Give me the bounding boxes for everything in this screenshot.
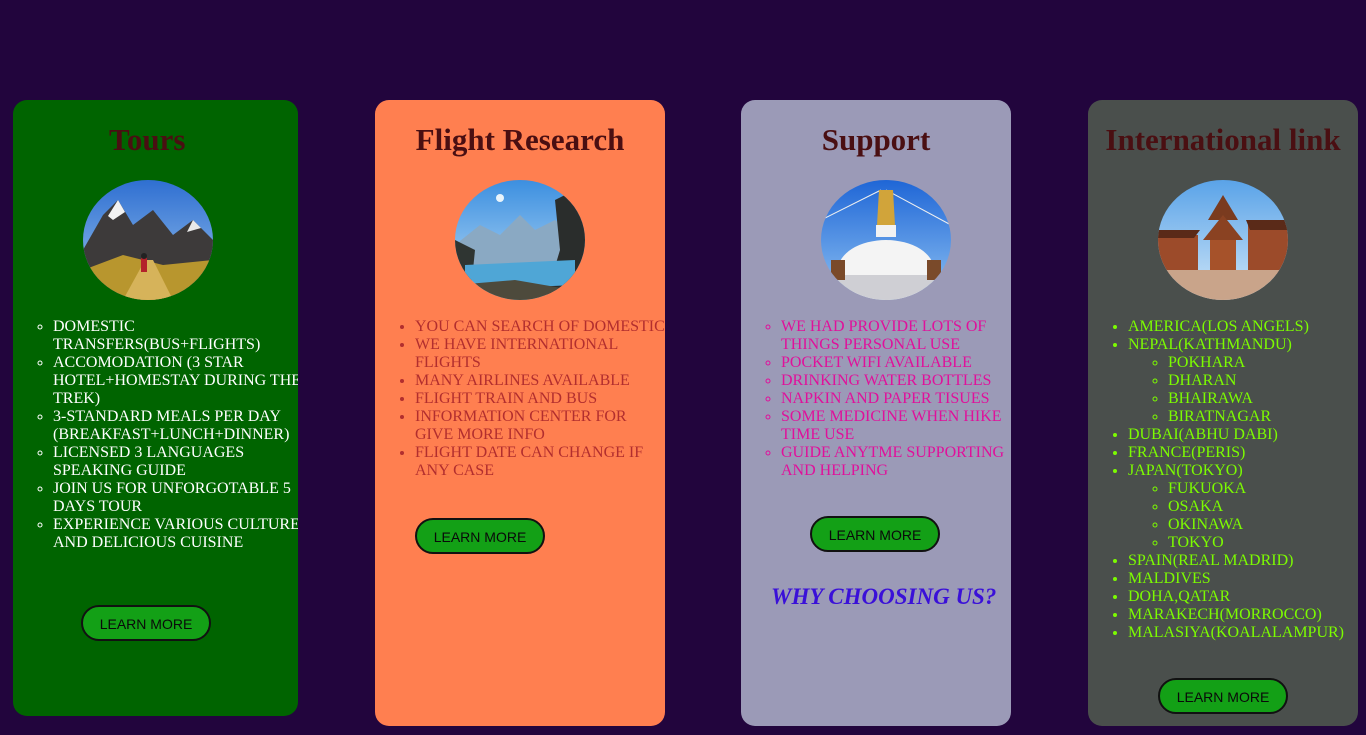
city-item: DHARAN [1168, 372, 1358, 390]
tours-learn-more-button[interactable]: LEARN MORE [81, 605, 211, 641]
tours-title: Tours [109, 122, 186, 157]
destination-label: DOHA,QATAR [1128, 588, 1231, 605]
city-sublist: POKHARADHARANBHAIRAWABIRATNAGAR [1128, 354, 1358, 426]
list-item: JOIN US FOR UNFORGOTABLE 5 DAYS TOUR [53, 480, 298, 516]
city-item: TOKYO [1168, 534, 1358, 552]
destination-item: MARAKECH(MORROCCO) [1128, 606, 1358, 624]
support-title: Support [821, 122, 931, 157]
list-item: WE HAD PROVIDE LOTS OF THINGS PERSONAL U… [781, 318, 1011, 354]
destination-label: AMERICA(LOS ANGELS) [1128, 318, 1309, 335]
destination-item: DUBAI(ABHU DABI) [1128, 426, 1358, 444]
page: Tours DOMESTIC TRANSFERS(BUS+FLIGH [0, 0, 1366, 735]
list-item: GUIDE ANYTME SUPPORTING AND HELPING [781, 444, 1011, 480]
list-item: INFORMATION CENTER FOR GIVE MORE INFO [415, 408, 665, 444]
support-card: Support WE HAD PROVIDE LO [741, 100, 1011, 726]
list-item: POCKET WIFI AVAILABLE [781, 354, 1011, 372]
international-title: International link [1105, 122, 1341, 157]
destination-label: JAPAN(TOKYO) [1128, 462, 1243, 479]
destination-item: AMERICA(LOS ANGELS) [1128, 318, 1358, 336]
list-item: MANY AIRLINES AVAILABLE [415, 372, 665, 390]
destination-label: DUBAI(ABHU DABI) [1128, 426, 1278, 443]
list-item: FLIGHT TRAIN AND BUS [415, 390, 665, 408]
destination-item: NEPAL(KATHMANDU)POKHARADHARANBHAIRAWABIR… [1128, 336, 1358, 426]
support-learn-more-button[interactable]: LEARN MORE [810, 516, 940, 552]
flight-card: Flight Research YOU CAN SEARCH OF DOMEST… [375, 100, 665, 726]
destination-label: NEPAL(KATHMANDU) [1128, 336, 1292, 353]
support-stupa-photo [821, 180, 951, 300]
destination-item: FRANCE(PERIS) [1128, 444, 1358, 462]
city-item: BIRATNAGAR [1168, 408, 1358, 426]
support-feature-list: WE HAD PROVIDE LOTS OF THINGS PERSONAL U… [741, 318, 1011, 480]
city-item: FUKUOKA [1168, 480, 1358, 498]
destination-item: MALASIYA(KOALALAMPUR) [1128, 624, 1358, 642]
international-card: International link AMERIC [1088, 100, 1358, 726]
destination-item: MALDIVES [1128, 570, 1358, 588]
list-item: FLIGHT DATE CAN CHANGE IF ANY CASE [415, 444, 665, 480]
tours-card: Tours DOMESTIC TRANSFERS(BUS+FLIGH [13, 100, 298, 716]
list-item: NAPKIN AND PAPER TISUES [781, 390, 1011, 408]
list-item: SOME MEDICINE WHEN HIKE TIME USE [781, 408, 1011, 444]
international-temple-photo [1158, 180, 1288, 300]
list-item: WE HAVE INTERNATIONAL FLIGHTS [415, 336, 665, 372]
city-item: BHAIRAWA [1168, 390, 1358, 408]
city-item: OKINAWA [1168, 516, 1358, 534]
international-destination-list: AMERICA(LOS ANGELS)NEPAL(KATHMANDU)POKHA… [1088, 318, 1358, 642]
flight-title: Flight Research [415, 122, 625, 157]
destination-label: MALDIVES [1128, 570, 1211, 587]
tours-mountain-photo [83, 180, 213, 300]
city-item: OSAKA [1168, 498, 1358, 516]
flight-learn-more-button[interactable]: LEARN MORE [415, 518, 545, 554]
destination-label: MALASIYA(KOALALAMPUR) [1128, 624, 1344, 641]
list-item: DRINKING WATER BOTTLES [781, 372, 1011, 390]
destination-item: SPAIN(REAL MADRID) [1128, 552, 1358, 570]
list-item: DOMESTIC TRANSFERS(BUS+FLIGHTS) [53, 318, 298, 354]
flight-feature-list: YOU CAN SEARCH OF DOMESTICWE HAVE INTERN… [375, 318, 665, 480]
international-learn-more-button[interactable]: LEARN MORE [1158, 678, 1288, 714]
city-sublist: FUKUOKAOSAKAOKINAWATOKYO [1128, 480, 1358, 552]
destination-label: MARAKECH(MORROCCO) [1128, 606, 1322, 623]
destination-item: DOHA,QATAR [1128, 588, 1358, 606]
tours-feature-list: DOMESTIC TRANSFERS(BUS+FLIGHTS)ACCOMODAT… [13, 318, 298, 552]
destination-label: SPAIN(REAL MADRID) [1128, 552, 1294, 569]
list-item: 3-STANDARD MEALS PER DAY (BREAKFAST+LUNC… [53, 408, 298, 444]
list-item: LICENSED 3 LANGUAGES SPEAKING GUIDE [53, 444, 298, 480]
list-item: YOU CAN SEARCH OF DOMESTIC [415, 318, 665, 336]
destination-item: JAPAN(TOKYO)FUKUOKAOSAKAOKINAWATOKYO [1128, 462, 1358, 552]
list-item: ACCOMODATION (3 STAR HOTEL+HOMESTAY DURI… [53, 354, 298, 408]
flight-lake-photo [455, 180, 585, 300]
destination-label: FRANCE(PERIS) [1128, 444, 1246, 461]
why-choosing-us-heading: WHY CHOOSING US? [771, 584, 997, 609]
list-item: EXPERIENCE VARIOUS CULTURE AND DELICIOUS… [53, 516, 298, 552]
city-item: POKHARA [1168, 354, 1358, 372]
